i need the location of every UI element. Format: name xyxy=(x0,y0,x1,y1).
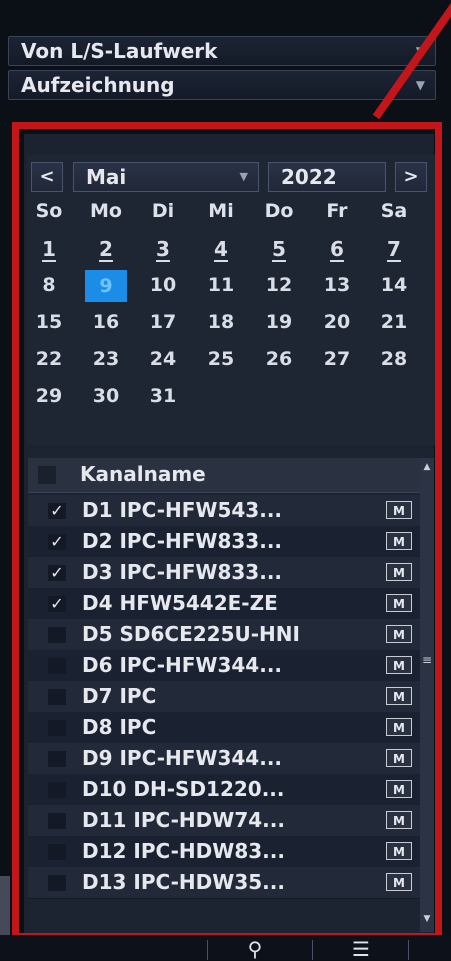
list-icon[interactable]: ☰ xyxy=(318,937,404,961)
source-dropdown-value: Von L/S-Laufwerk xyxy=(21,39,218,63)
left-edge-strip xyxy=(0,876,10,936)
toolbar-separator xyxy=(408,940,409,960)
toolbar-separator xyxy=(207,940,208,960)
source-dropdown[interactable]: Von L/S-Laufwerk ▼ xyxy=(8,36,436,66)
toolbar-separator xyxy=(312,940,313,960)
type-dropdown[interactable]: Aufzeichnung ▼ xyxy=(8,70,436,100)
highlight-frame xyxy=(12,122,442,940)
chevron-down-icon: ▼ xyxy=(415,78,425,92)
type-dropdown-value: Aufzeichnung xyxy=(21,73,175,97)
search-camera-icon[interactable]: ⚲ xyxy=(212,937,298,961)
